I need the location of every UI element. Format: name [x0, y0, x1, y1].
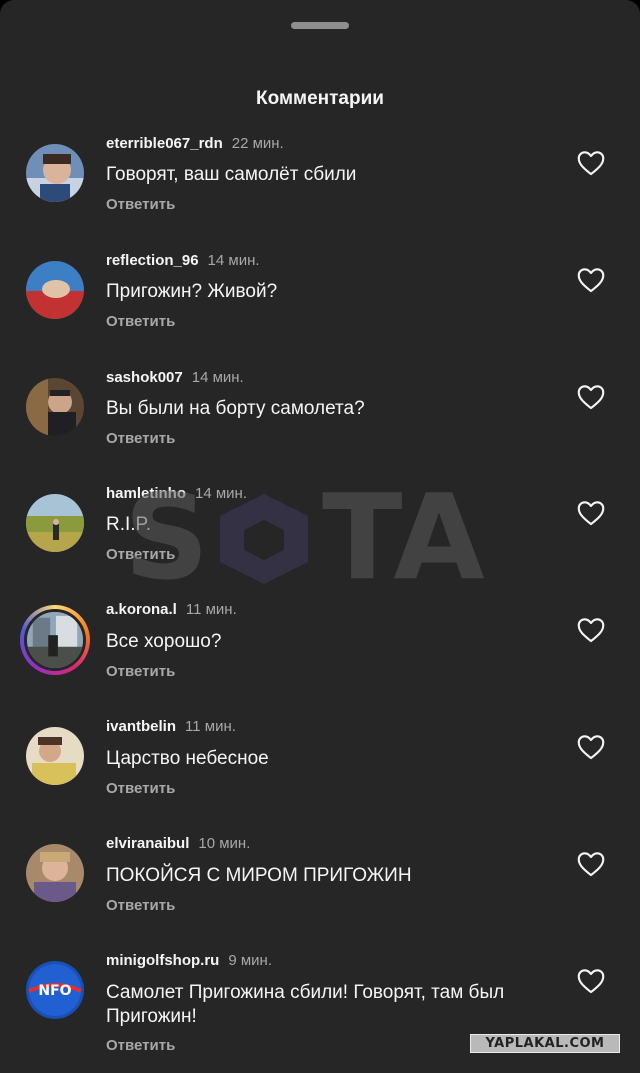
- username[interactable]: reflection_96: [106, 252, 199, 269]
- avatar[interactable]: [26, 844, 84, 902]
- like-heart-icon[interactable]: [577, 500, 605, 526]
- like-heart-icon[interactable]: [577, 851, 605, 877]
- comment-time: 10 мин.: [198, 835, 251, 852]
- comment-text: Царство небесное: [106, 748, 269, 769]
- like-heart-icon[interactable]: [577, 617, 605, 643]
- comment-time: 11 мин.: [185, 601, 237, 618]
- comment-text: Самолет Пригожина сбили! Говорят, там бы…: [106, 982, 505, 1027]
- comment-text: R.I.P.: [106, 514, 152, 535]
- like-heart-icon[interactable]: [577, 968, 605, 994]
- comment-text: ПОКОЙСЯ С МИРОМ ПРИГОЖИН: [106, 865, 412, 886]
- username[interactable]: a.korona.l: [106, 601, 177, 618]
- avatar[interactable]: [26, 727, 84, 785]
- avatar[interactable]: [26, 144, 84, 202]
- yaplakal-badge: YAPLAKAL.COM: [470, 1034, 620, 1053]
- comments-sheet: Комментарии eterrible067_rdn 22 мин. Гово…: [0, 0, 640, 1073]
- username[interactable]: ivantbelin: [106, 718, 176, 735]
- like-heart-icon[interactable]: [577, 150, 605, 176]
- comment-text: Пригожин? Живой?: [106, 281, 278, 302]
- comment-text: Говорят, ваш самолёт сбили: [106, 164, 357, 185]
- reply-button[interactable]: Ответить: [106, 897, 175, 914]
- reply-button[interactable]: Ответить: [106, 1037, 175, 1054]
- avatar[interactable]: [26, 378, 84, 436]
- reply-button[interactable]: Ответить: [106, 430, 175, 447]
- avatar-story-ring[interactable]: [20, 605, 90, 675]
- reply-button[interactable]: Ответить: [106, 780, 175, 797]
- like-heart-icon[interactable]: [577, 267, 605, 293]
- like-heart-icon[interactable]: [577, 384, 605, 410]
- drag-handle[interactable]: [291, 22, 349, 29]
- comment-text: Вы были на борту самолета?: [106, 398, 365, 419]
- reply-button[interactable]: Ответить: [106, 313, 175, 330]
- username[interactable]: elviranaibul: [106, 835, 189, 852]
- avatar-logo-text: NFO: [38, 983, 71, 999]
- reply-button[interactable]: Ответить: [106, 196, 175, 213]
- comment-time: 11 мин.: [185, 718, 236, 735]
- reply-button[interactable]: Ответить: [106, 663, 175, 680]
- like-heart-icon[interactable]: [577, 734, 605, 760]
- avatar[interactable]: NFO: [26, 961, 84, 1019]
- avatar: [24, 609, 86, 671]
- sheet-title: Комментарии: [256, 88, 384, 109]
- comment-time: 14 мин.: [191, 369, 244, 386]
- reply-button[interactable]: Ответить: [106, 546, 175, 563]
- comment-text: Все хорошо?: [106, 631, 222, 652]
- username[interactable]: hamletinho: [106, 485, 186, 502]
- comment-time: 22 мин.: [231, 135, 284, 152]
- avatar[interactable]: [26, 494, 84, 552]
- username[interactable]: eterrible067_rdn: [106, 135, 223, 152]
- comment-time: 9 мин.: [228, 952, 272, 969]
- comment-time: 14 мин.: [207, 252, 260, 269]
- username[interactable]: minigolfshop.ru: [106, 952, 219, 969]
- username[interactable]: sashok007: [106, 369, 183, 386]
- comment-time: 14 мин.: [195, 485, 248, 502]
- avatar[interactable]: [26, 261, 84, 319]
